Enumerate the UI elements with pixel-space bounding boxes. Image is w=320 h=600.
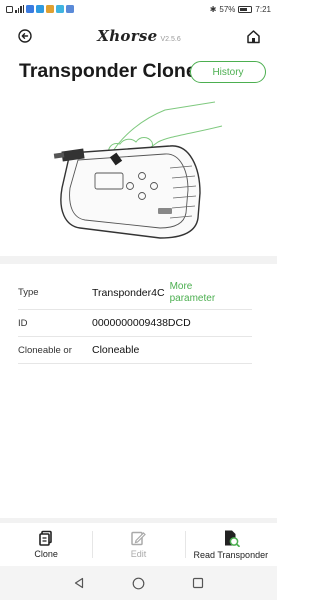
page-title: Transponder Clone <box>19 60 197 82</box>
signal-icon <box>15 5 24 13</box>
cloneable-row: Cloneable or Cloneable <box>18 337 252 364</box>
more-parameter-link[interactable]: More parameter <box>170 281 230 305</box>
read-transponder-label: Read Transponder <box>193 550 269 560</box>
clone-tab[interactable]: Clone <box>0 523 92 566</box>
read-transponder-icon <box>222 529 240 547</box>
device-illustration <box>40 98 240 248</box>
history-button[interactable]: History <box>190 61 266 83</box>
status-bar: ✱ 57% 7:21 <box>0 0 277 18</box>
back-arrow-icon[interactable] <box>18 29 32 43</box>
edit-tab[interactable]: Edit <box>92 523 184 566</box>
status-right: ✱ 57% 7:21 <box>210 5 271 14</box>
clock: 7:21 <box>255 4 271 14</box>
status-left-icons <box>6 5 74 13</box>
brand-name: Xhorse <box>97 27 158 45</box>
cloneable-label: Cloneable or <box>18 344 72 356</box>
type-value: Transponder4C <box>92 286 165 299</box>
edit-icon <box>130 530 147 546</box>
app-header: Xhorse V2.5.6 <box>0 20 277 52</box>
battery-icon <box>238 5 253 13</box>
section-divider <box>0 256 277 264</box>
bottom-action-bar: Clone Edit Read Transponder <box>0 518 277 566</box>
edit-tab-label: Edit <box>130 549 147 559</box>
read-transponder-tab[interactable]: Read Transponder <box>184 523 277 566</box>
app-notification-icon <box>56 5 64 13</box>
type-row: Type Transponder4C More parameter <box>18 276 252 310</box>
sim-icon <box>6 5 13 13</box>
type-label: Type <box>18 287 39 298</box>
home-icon[interactable] <box>246 29 261 44</box>
cloneable-value: Cloneable <box>92 344 140 356</box>
brand-logo: Xhorse V2.5.6 <box>97 27 181 45</box>
system-recents-icon[interactable] <box>192 577 204 589</box>
bluetooth-icon: ✱ <box>209 4 217 14</box>
app-notification-icon <box>46 5 54 13</box>
app-notification-icon <box>26 5 34 13</box>
clone-tab-label: Clone <box>34 549 58 559</box>
system-home-icon[interactable] <box>132 577 145 590</box>
clone-icon <box>38 530 54 546</box>
transponder-info: Type Transponder4C More parameter ID 000… <box>18 276 252 364</box>
id-label: ID <box>18 317 28 329</box>
id-row: ID 0000000009438DCD <box>18 310 252 337</box>
battery-percent: 57% <box>219 4 236 14</box>
app-notification-icon <box>36 5 44 13</box>
system-navigation-bar <box>0 566 277 600</box>
app-version: V2.5.6 <box>160 36 181 43</box>
system-back-icon[interactable] <box>73 577 85 589</box>
app-notification-icon <box>66 5 74 13</box>
id-value: 0000000009438DCD <box>92 317 191 329</box>
